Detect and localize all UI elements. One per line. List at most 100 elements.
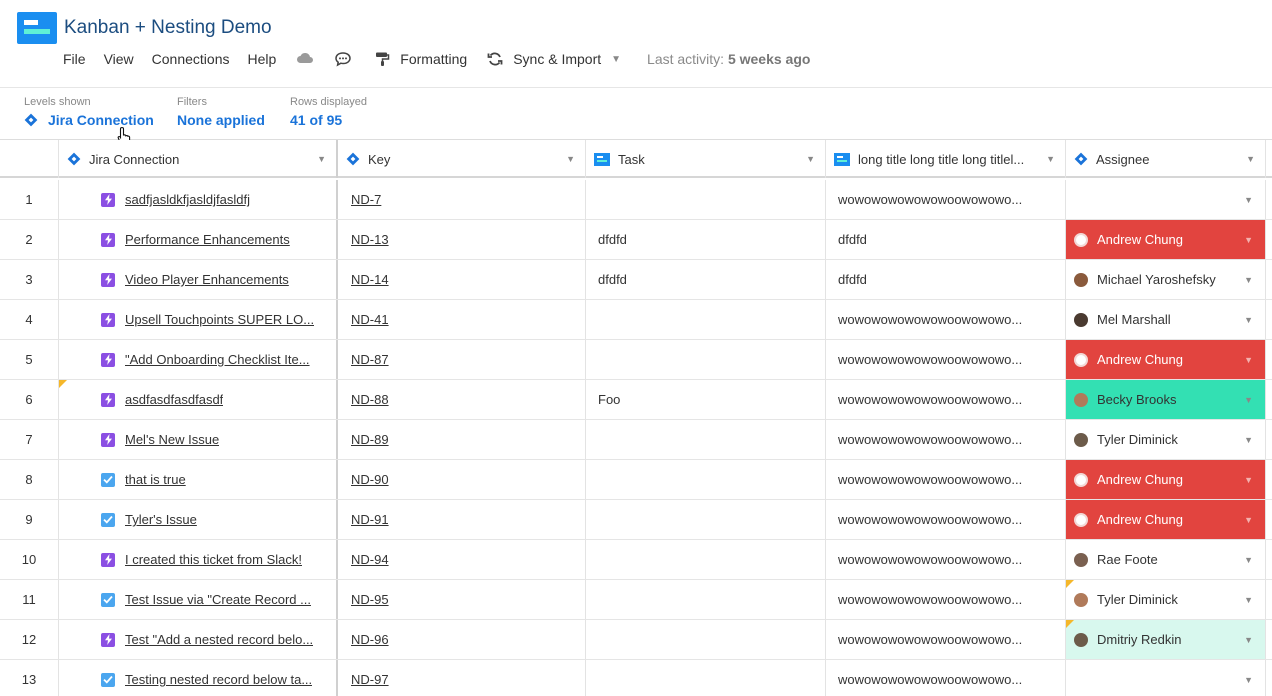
chevron-down-icon[interactable]: ▼ [1246,154,1255,164]
filters-button[interactable]: None applied [177,112,265,128]
jira-issue-cell[interactable]: Video Player Enhancements [59,260,338,299]
formatting-button[interactable]: Formatting [374,51,467,67]
assignee-cell[interactable]: Andrew Chung ▼ [1066,340,1266,379]
issue-key-link[interactable]: ND-91 [351,512,389,527]
task-cell[interactable] [586,420,826,459]
long-title-cell[interactable]: wowowowowowowoowowowo... [826,420,1066,459]
issue-title-link[interactable]: that is true [125,472,186,487]
chat-icon[interactable] [334,51,352,67]
issue-key-cell[interactable]: ND-13 [338,220,586,259]
issue-key-cell[interactable]: ND-88 [338,380,586,419]
task-cell[interactable] [586,540,826,579]
chevron-down-icon[interactable]: ▼ [1244,315,1253,325]
assignee-cell[interactable]: Andrew Chung ▼ [1066,220,1266,259]
issue-key-link[interactable]: ND-13 [351,232,389,247]
jira-issue-cell[interactable]: Upsell Touchpoints SUPER LO... [59,300,338,339]
issue-key-link[interactable]: ND-14 [351,272,389,287]
issue-title-link[interactable]: Tyler's Issue [125,512,197,527]
menu-file[interactable]: File [63,51,86,67]
issue-title-link[interactable]: Mel's New Issue [125,432,219,447]
task-cell[interactable] [586,460,826,499]
issue-key-link[interactable]: ND-90 [351,472,389,487]
task-cell[interactable] [586,580,826,619]
issue-title-link[interactable]: Performance Enhancements [125,232,290,247]
assignee-cell[interactable]: ▼ [1066,180,1266,219]
issue-key-cell[interactable]: ND-91 [338,500,586,539]
task-cell[interactable]: dfdfd [586,260,826,299]
jira-issue-cell[interactable]: I created this ticket from Slack! [59,540,338,579]
chevron-down-icon[interactable]: ▼ [1244,595,1253,605]
issue-title-link[interactable]: sadfjasldkfjasldjfasldfj [125,192,250,207]
issue-title-link[interactable]: "Add Onboarding Checklist Ite... [125,352,310,367]
issue-title-link[interactable]: I created this ticket from Slack! [125,552,302,567]
chevron-down-icon[interactable]: ▼ [1244,195,1253,205]
issue-key-cell[interactable]: ND-87 [338,340,586,379]
column-header-jira-connection[interactable]: Jira Connection ▼ [59,140,338,178]
long-title-cell[interactable]: wowowowowowowoowowowo... [826,540,1066,579]
issue-title-link[interactable]: Test Issue via "Create Record ... [125,592,311,607]
issue-key-link[interactable]: ND-94 [351,552,389,567]
issue-title-link[interactable]: asdfasdfasdfasdf [125,392,223,407]
jira-issue-cell[interactable]: Tyler's Issue [59,500,338,539]
long-title-cell[interactable]: wowowowowowowoowowowo... [826,500,1066,539]
task-cell[interactable] [586,300,826,339]
menu-connections[interactable]: Connections [152,51,230,67]
chevron-down-icon[interactable]: ▼ [1244,395,1253,405]
issue-key-link[interactable]: ND-97 [351,672,389,687]
chevron-down-icon[interactable]: ▼ [566,154,575,164]
task-cell[interactable] [586,660,826,696]
long-title-cell[interactable]: wowowowowowowoowowowo... [826,580,1066,619]
issue-key-link[interactable]: ND-89 [351,432,389,447]
levels-shown-button[interactable]: Jira Connection [24,112,154,128]
issue-key-link[interactable]: ND-41 [351,312,389,327]
chevron-down-icon[interactable]: ▼ [1244,235,1253,245]
issue-key-cell[interactable]: ND-90 [338,460,586,499]
assignee-cell[interactable]: Tyler Diminick ▼ [1066,420,1266,459]
task-cell[interactable] [586,180,826,219]
jira-issue-cell[interactable]: asdfasdfasdfasdf [59,380,338,419]
assignee-cell[interactable]: Dmitriy Redkin ▼ [1066,620,1266,659]
jira-issue-cell[interactable]: Test Issue via "Create Record ... [59,580,338,619]
task-cell[interactable] [586,620,826,659]
issue-key-link[interactable]: ND-7 [351,192,381,207]
issue-key-link[interactable]: ND-95 [351,592,389,607]
long-title-cell[interactable]: wowowowowowowoowowowo... [826,460,1066,499]
jira-issue-cell[interactable]: "Add Onboarding Checklist Ite... [59,340,338,379]
jira-issue-cell[interactable]: Mel's New Issue [59,420,338,459]
document-title[interactable]: Kanban + Nesting Demo [64,17,272,39]
long-title-cell[interactable]: dfdfd [826,260,1066,299]
assignee-cell[interactable]: Becky Brooks ▼ [1066,380,1266,419]
menu-help[interactable]: Help [247,51,276,67]
long-title-cell[interactable]: wowowowowowowoowowowo... [826,620,1066,659]
issue-key-cell[interactable]: ND-94 [338,540,586,579]
column-header-task[interactable]: Task ▼ [586,140,826,178]
issue-title-link[interactable]: Testing nested record below ta... [125,672,312,687]
app-logo-icon[interactable] [17,12,57,44]
column-header-key[interactable]: Key ▼ [338,140,586,178]
sync-import-button[interactable]: Sync & Import ▼ [487,51,621,67]
issue-key-cell[interactable]: ND-14 [338,260,586,299]
chevron-down-icon[interactable]: ▼ [317,154,326,164]
issue-key-cell[interactable]: ND-97 [338,660,586,696]
issue-key-link[interactable]: ND-88 [351,392,389,407]
issue-title-link[interactable]: Upsell Touchpoints SUPER LO... [125,312,314,327]
long-title-cell[interactable]: wowowowowowowoowowowo... [826,340,1066,379]
long-title-cell[interactable]: dfdfd [826,220,1066,259]
long-title-cell[interactable]: wowowowowowowoowowowo... [826,180,1066,219]
assignee-cell[interactable]: Andrew Chung ▼ [1066,460,1266,499]
task-cell[interactable]: Foo [586,380,826,419]
issue-key-cell[interactable]: ND-95 [338,580,586,619]
jira-issue-cell[interactable]: sadfjasldkfjasldjfasldfj [59,180,338,219]
issue-key-cell[interactable]: ND-7 [338,180,586,219]
chevron-down-icon[interactable]: ▼ [1244,355,1253,365]
issue-title-link[interactable]: Test "Add a nested record belo... [125,632,313,647]
assignee-cell[interactable]: Mel Marshall ▼ [1066,300,1266,339]
rows-displayed-button[interactable]: 41 of 95 [290,112,367,128]
assignee-cell[interactable]: Tyler Diminick ▼ [1066,580,1266,619]
chevron-down-icon[interactable]: ▼ [1244,675,1253,685]
issue-key-link[interactable]: ND-87 [351,352,389,367]
issue-key-link[interactable]: ND-96 [351,632,389,647]
task-cell[interactable]: dfdfd [586,220,826,259]
chevron-down-icon[interactable]: ▼ [1244,515,1253,525]
task-cell[interactable] [586,340,826,379]
